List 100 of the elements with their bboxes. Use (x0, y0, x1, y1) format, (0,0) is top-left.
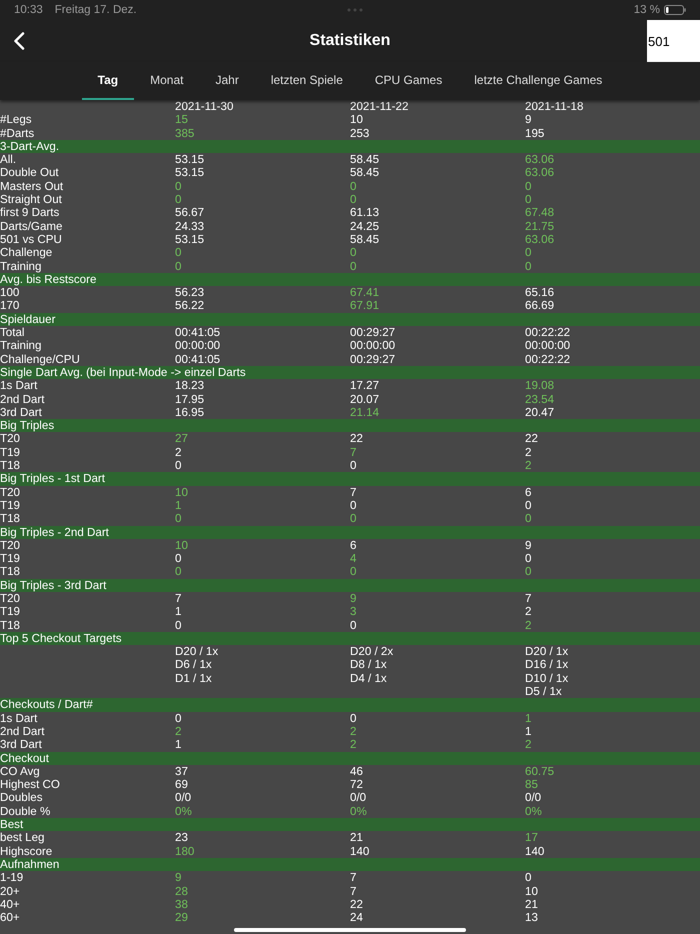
table-cell-text: 0 (350, 498, 358, 512)
table-cell-text: D20 / 1x (525, 645, 570, 658)
table-cell-text: 0 (525, 260, 532, 273)
table-cell-text: 0 (525, 498, 532, 512)
table-cell-text: 72 (350, 778, 364, 792)
multitask-dots-icon (346, 8, 363, 12)
table-cell-text: 10 (350, 113, 364, 127)
date-heading: 2021-11-18 (525, 100, 584, 114)
tab[interactable]: letzten Spiele (254, 62, 359, 100)
table-cell-text: 21 (350, 831, 364, 845)
row-label: T20 (0, 538, 21, 552)
table-cell-text: 0 (175, 260, 182, 273)
back-icon[interactable] (13, 32, 25, 50)
table-cell-text: D20 / 2x (350, 645, 394, 658)
table-cell-text: 0 (350, 180, 358, 194)
table-cell-text: 10 (175, 538, 189, 552)
table-cell-text: D10 / 1x (525, 672, 570, 686)
row-label: 1s Dart (0, 712, 38, 725)
table-cell-text: 0 (175, 552, 182, 566)
table-cell-text: 2 (175, 446, 182, 460)
table-cell-text: 0/0 (525, 791, 542, 805)
table-cell-text: 58.45 (350, 232, 380, 246)
tab[interactable]: Monat (134, 62, 200, 100)
tab[interactable]: letzte Challenge Games (458, 62, 618, 100)
table-cell-text: 15 (175, 113, 189, 127)
table-cell-text: 7 (350, 884, 358, 898)
row-label: 3rd Dart (0, 738, 43, 752)
table-cell-text: 37 (175, 764, 189, 778)
section-header: Big Triples - 3rd Dart (0, 578, 700, 592)
table-cell-text: 7 (350, 446, 358, 460)
table-cell-text: 63.06 (525, 166, 556, 180)
table-cell-text: 24.25 (350, 220, 380, 233)
table-cell-text: 7 (175, 592, 182, 606)
game-type-field[interactable]: 501 (647, 20, 700, 62)
table-cell-text: 195 (525, 126, 546, 140)
row-label: first 9 Darts (0, 206, 60, 220)
table-cell-text: 22 (350, 432, 364, 446)
tab[interactable]: CPU Games (358, 62, 458, 100)
table-cell-text: 53.15 (175, 166, 206, 180)
tab[interactable]: Jahr (199, 62, 255, 100)
table-cell-text: 23 (175, 831, 189, 845)
table-cell-text: 2 (350, 724, 358, 738)
table-cell-text: 9 (525, 113, 532, 127)
battery-percent: 13 % (634, 4, 660, 16)
battery-icon (664, 5, 686, 15)
table-cell-text: 180 (175, 844, 196, 858)
table-cell-text: 0 (175, 512, 182, 526)
row-label: Doubles (0, 791, 44, 805)
section-header: Big Triples - 2nd Dart (0, 526, 700, 539)
table-cell-text: 0 (525, 552, 532, 566)
date-heading: 2021-11-30 (175, 100, 234, 114)
table-cell-text: D8 / 1x (350, 658, 388, 672)
table-cell-text: 9 (175, 871, 182, 885)
table-cell-text: 29 (175, 911, 189, 924)
table-cell-text: 0 (525, 512, 532, 526)
section-header: Single Dart Avg. (bei Input-Mode -> einzel Darts (0, 366, 700, 380)
section-header: Best (0, 818, 700, 832)
row-label: 1-19 (0, 871, 24, 885)
table-cell-text: 00:00:00 (525, 339, 572, 353)
row-label: Double Out (0, 166, 60, 180)
table-cell-text: 0 (175, 459, 182, 472)
row-label: T19 (0, 498, 21, 512)
row-label: 100 (0, 286, 20, 300)
table-cell-text: 10 (525, 884, 539, 898)
table-cell-text: 0/0 (175, 791, 192, 805)
table-cell-text: 1 (525, 712, 532, 725)
table-cell-text: 24 (350, 911, 364, 924)
table-cell-text: 0 (525, 193, 532, 206)
tab[interactable]: Tag (82, 62, 134, 100)
table-cell-text: 2 (525, 459, 532, 472)
row-label: 3rd Dart (0, 406, 43, 420)
table-cell-text: 0 (350, 260, 358, 273)
row-label: #Darts (0, 126, 36, 140)
section-header: Aufnahmen (0, 858, 700, 872)
table-cell-text: 23.54 (525, 392, 556, 406)
table-cell-text: 24.33 (175, 220, 206, 233)
section-header: Checkouts / Dart# (0, 698, 700, 712)
table-cell-text: 1 (175, 738, 182, 752)
table-cell-text: 2 (525, 605, 532, 619)
row-label: Darts/Game (0, 220, 64, 233)
row-label: T20 (0, 592, 21, 606)
table-cell-text: 0 (350, 193, 358, 206)
table-cell-text: D1 / 1x (175, 672, 213, 686)
table-cell-text: 0 (175, 618, 182, 632)
row-label: Total (0, 326, 26, 340)
table-cell-text: 0 (525, 246, 532, 260)
row-label: Highscore (0, 844, 54, 858)
table-cell-text: 46 (350, 764, 364, 778)
table-cell-text: 56.67 (175, 206, 206, 220)
table-cell-text: 65.16 (525, 286, 556, 300)
row-label: #Legs (0, 113, 33, 127)
table-cell-text: D6 / 1x (175, 658, 213, 672)
row-label: 2nd Dart (0, 392, 46, 406)
table-cell-text: 7 (350, 486, 358, 499)
section-header: 3-Dart-Avg. (0, 140, 700, 154)
table-cell-text: D20 / 1x (175, 645, 220, 658)
row-label: 2nd Dart (0, 724, 46, 738)
table-cell-text: 0 (350, 512, 358, 526)
table-cell-text: 17.27 (350, 379, 380, 393)
table-cell-text: 0 (175, 180, 182, 194)
